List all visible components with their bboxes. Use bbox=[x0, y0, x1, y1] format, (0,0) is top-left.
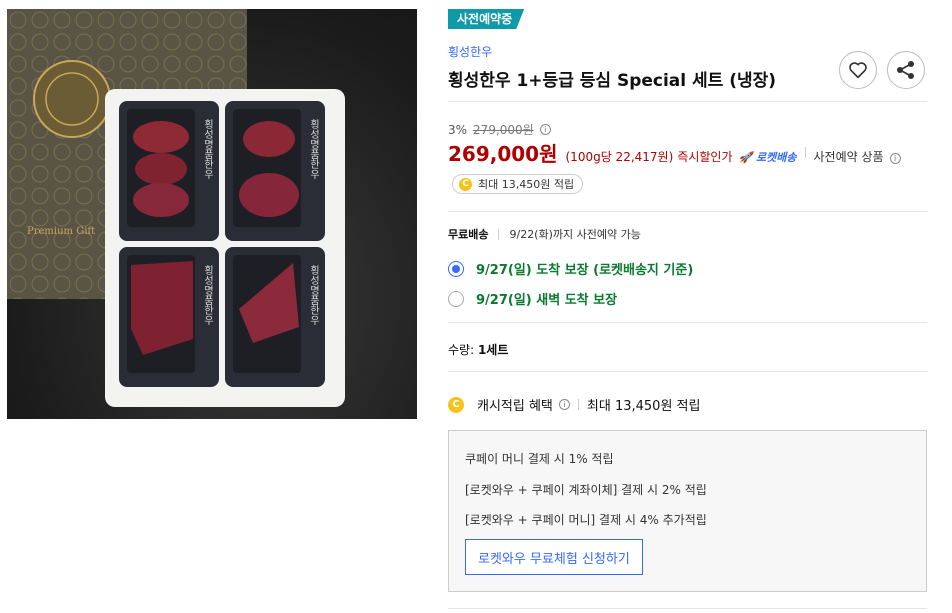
benefit-line: [로켓와우 + 쿠페이 계좌이체] 결제 시 2% 적립 bbox=[465, 483, 707, 497]
favorite-button[interactable] bbox=[839, 51, 877, 89]
price-row: 269,000원 (100g당 22,417원) 즉시할인가 🚀 로켓배송 사전… bbox=[448, 138, 901, 167]
delivery-option-1[interactable]: 9/27(일) 도착 보장 (로켓배송지 기준) bbox=[448, 259, 693, 278]
meat-pack-3: 횡성명품한우 bbox=[119, 247, 219, 387]
rocket-delivery-badge: 🚀 로켓배송 bbox=[738, 151, 797, 164]
box-text: Premium Gift bbox=[27, 226, 95, 237]
divider bbox=[448, 608, 927, 609]
cash-coin-icon: C bbox=[459, 177, 472, 191]
benefit-value: 최대 13,450원 적립 bbox=[586, 399, 701, 414]
radio-selected[interactable] bbox=[448, 260, 464, 277]
product-title: 횡성한우 1+등급 등심 Special 세트 (냉장) bbox=[448, 71, 777, 91]
divider bbox=[448, 371, 927, 372]
unit-price: (100g당 22,417원) bbox=[565, 150, 674, 164]
quantity-label: 수량: bbox=[448, 343, 475, 357]
benefit-label: 캐시적립 혜택 bbox=[477, 399, 553, 414]
shipping-info: 무료배송 9/22(화)까지 사전예약 가능 bbox=[448, 226, 641, 242]
rocket-wow-trial-button[interactable]: 로켓와우 무료체험 신청하기 bbox=[465, 539, 643, 575]
info-icon[interactable]: i bbox=[889, 153, 901, 164]
benefit-line: 쿠페이 머니 결제 시 1% 적립 bbox=[465, 452, 614, 466]
info-icon[interactable]: i bbox=[539, 124, 551, 135]
radio-unselected[interactable] bbox=[448, 290, 464, 307]
preorder-badge: 사전예약중 bbox=[448, 9, 524, 29]
preorder-label: 사전예약 상품 bbox=[813, 150, 884, 164]
divider bbox=[448, 101, 927, 102]
divider bbox=[448, 211, 927, 212]
preorder-note: 9/22(화)까지 사전예약 가능 bbox=[509, 228, 641, 241]
tray-label-4: 횡성명품한우 bbox=[308, 265, 320, 326]
sale-price: 269,000원 bbox=[448, 142, 558, 166]
benefit-line: [로켓와우 + 쿠페이 머니] 결제 시 4% 추가적립 bbox=[465, 513, 707, 527]
discount-row: 3% 279,000원 i bbox=[448, 121, 551, 138]
quantity-value: 1세트 bbox=[477, 343, 509, 357]
divider bbox=[448, 322, 927, 323]
delivery-option-2[interactable]: 9/27(일) 새벽 도착 보장 bbox=[448, 289, 617, 308]
share-button[interactable] bbox=[887, 51, 925, 89]
cash-reward-pill: C 최대 13,450원 적립 bbox=[452, 174, 584, 194]
meat-pack-2: 횡성명품한우 bbox=[225, 101, 325, 241]
quantity-row: 수량: 1세트 bbox=[448, 341, 508, 358]
meat-pack-1: 횡성명품한우 bbox=[119, 101, 219, 241]
brand-link[interactable]: 횡성한우 bbox=[448, 43, 492, 60]
rocket-label: 로켓배송 bbox=[756, 151, 797, 164]
heart-icon bbox=[849, 62, 867, 79]
benefit-details-box: 쿠페이 머니 결제 시 1% 적립 [로켓와우 + 쿠페이 계좌이체] 결제 시… bbox=[448, 430, 927, 592]
info-icon[interactable]: i bbox=[558, 399, 570, 410]
separator bbox=[804, 147, 806, 158]
cash-benefit-row: C 캐시적립 혜택 i 최대 13,450원 적립 bbox=[448, 395, 700, 414]
share-icon bbox=[897, 61, 914, 79]
tray-label-1: 횡성명품한우 bbox=[202, 119, 214, 180]
instant-discount-label: 즉시할인가 bbox=[677, 150, 733, 164]
cash-pill-text: 최대 13,450원 적립 bbox=[478, 178, 575, 191]
delivery-option-label: 9/27(일) 새벽 도착 보장 bbox=[476, 293, 618, 308]
delivery-option-label: 9/27(일) 도착 보장 (로켓배송지 기준) bbox=[476, 263, 694, 278]
separator bbox=[577, 399, 579, 410]
tray-label-2: 횡성명품한우 bbox=[308, 119, 320, 180]
free-shipping-label: 무료배송 bbox=[448, 228, 489, 241]
separator bbox=[498, 228, 500, 240]
discount-rate: 3% bbox=[448, 122, 468, 137]
cash-coin-icon: C bbox=[448, 396, 464, 413]
tray-label-3: 횡성명품한우 bbox=[202, 265, 214, 326]
original-price: 279,000원 bbox=[473, 123, 534, 137]
product-image[interactable]: Premium Gift 횡성명품한우 횡성명품한우 횡성명품한우 횡성명품한우 bbox=[7, 9, 417, 419]
meat-pack-4: 횡성명품한우 bbox=[225, 247, 325, 387]
